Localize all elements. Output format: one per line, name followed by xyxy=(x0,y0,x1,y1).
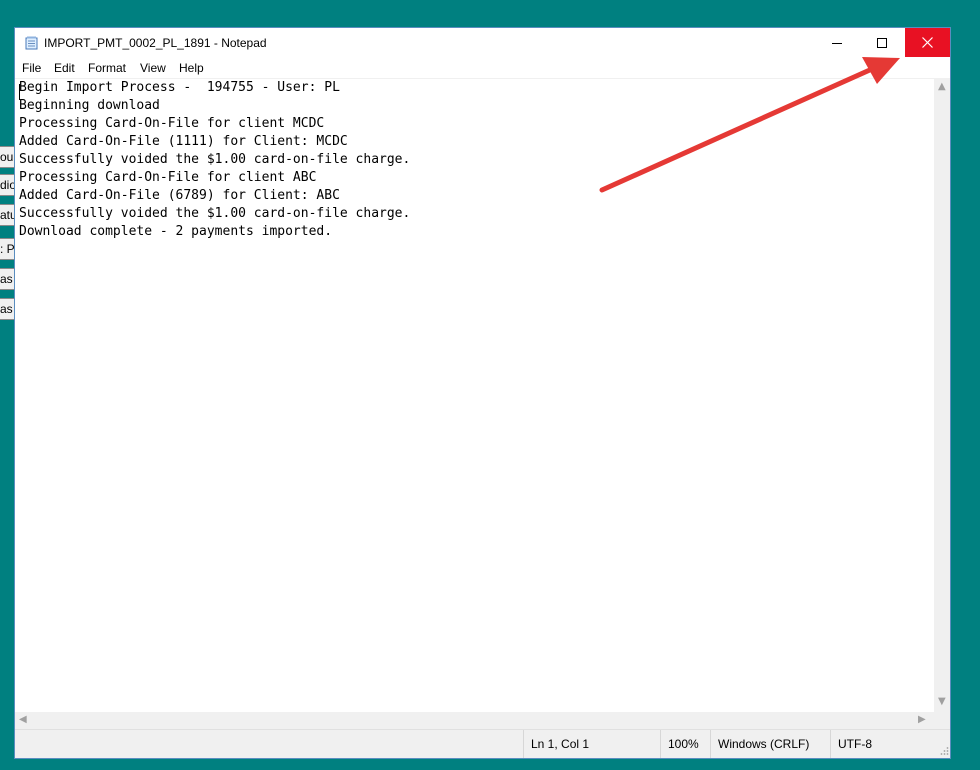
close-button[interactable] xyxy=(905,28,950,57)
horizontal-scrollbar[interactable]: ◀ ▶ xyxy=(15,712,934,729)
scroll-right-icon[interactable]: ▶ xyxy=(918,714,926,725)
window-title: IMPORT_PMT_0002_PL_1891 - Notepad xyxy=(44,36,267,50)
fragment-text: ou xyxy=(0,150,14,164)
title-bar[interactable]: IMPORT_PMT_0002_PL_1891 - Notepad xyxy=(15,28,950,58)
fragment-text: as xyxy=(0,302,13,316)
document-line: Processing Card-On-File for client MCDC xyxy=(19,116,325,131)
menu-view[interactable]: View xyxy=(140,61,166,75)
document-line: Successfully voided the $1.00 card-on-fi… xyxy=(19,152,411,167)
maximize-icon xyxy=(876,37,887,48)
menu-file[interactable]: File xyxy=(22,61,41,75)
status-bar: Ln 1, Col 1 100% Windows (CRLF) UTF-8 xyxy=(15,729,950,758)
status-encoding: UTF-8 xyxy=(830,730,935,758)
resize-grip-icon[interactable] xyxy=(939,746,949,756)
minimize-button[interactable] xyxy=(814,28,859,57)
menu-format[interactable]: Format xyxy=(88,61,126,75)
scroll-up-icon[interactable]: ▲ xyxy=(938,81,946,92)
text-editor[interactable]: Begin Import Process - 194755 - User: PL… xyxy=(15,79,934,712)
scrollbar-corner xyxy=(934,712,950,729)
menu-help[interactable]: Help xyxy=(179,61,204,75)
document-line: Added Card-On-File (1111) for Client: MC… xyxy=(19,134,348,149)
status-cursor-position: Ln 1, Col 1 xyxy=(523,730,660,758)
document-line: Added Card-On-File (6789) for Client: AB… xyxy=(19,188,340,203)
document-line: Successfully voided the $1.00 card-on-fi… xyxy=(19,206,411,221)
scroll-left-icon[interactable]: ◀ xyxy=(19,714,27,725)
menu-edit[interactable]: Edit xyxy=(54,61,75,75)
status-line-endings: Windows (CRLF) xyxy=(710,730,830,758)
vertical-scrollbar[interactable]: ▲ ▼ xyxy=(934,79,950,712)
fragment-text: as xyxy=(0,272,13,286)
maximize-button[interactable] xyxy=(859,28,904,57)
notepad-window: IMPORT_PMT_0002_PL_1891 - Notepad File E… xyxy=(14,27,951,759)
minimize-icon xyxy=(831,42,842,44)
document-line: Beginning download xyxy=(19,98,160,113)
notepad-icon xyxy=(25,36,38,50)
scroll-down-icon[interactable]: ▼ xyxy=(938,696,946,707)
document-line: Processing Card-On-File for client ABC xyxy=(19,170,317,185)
document-line: Begin Import Process - 194755 - User: PL xyxy=(19,80,340,95)
status-zoom: 100% xyxy=(660,730,710,758)
document-line: Download complete - 2 payments imported. xyxy=(19,224,333,239)
close-icon xyxy=(922,37,933,48)
menu-bar: File Edit Format View Help xyxy=(15,58,950,79)
